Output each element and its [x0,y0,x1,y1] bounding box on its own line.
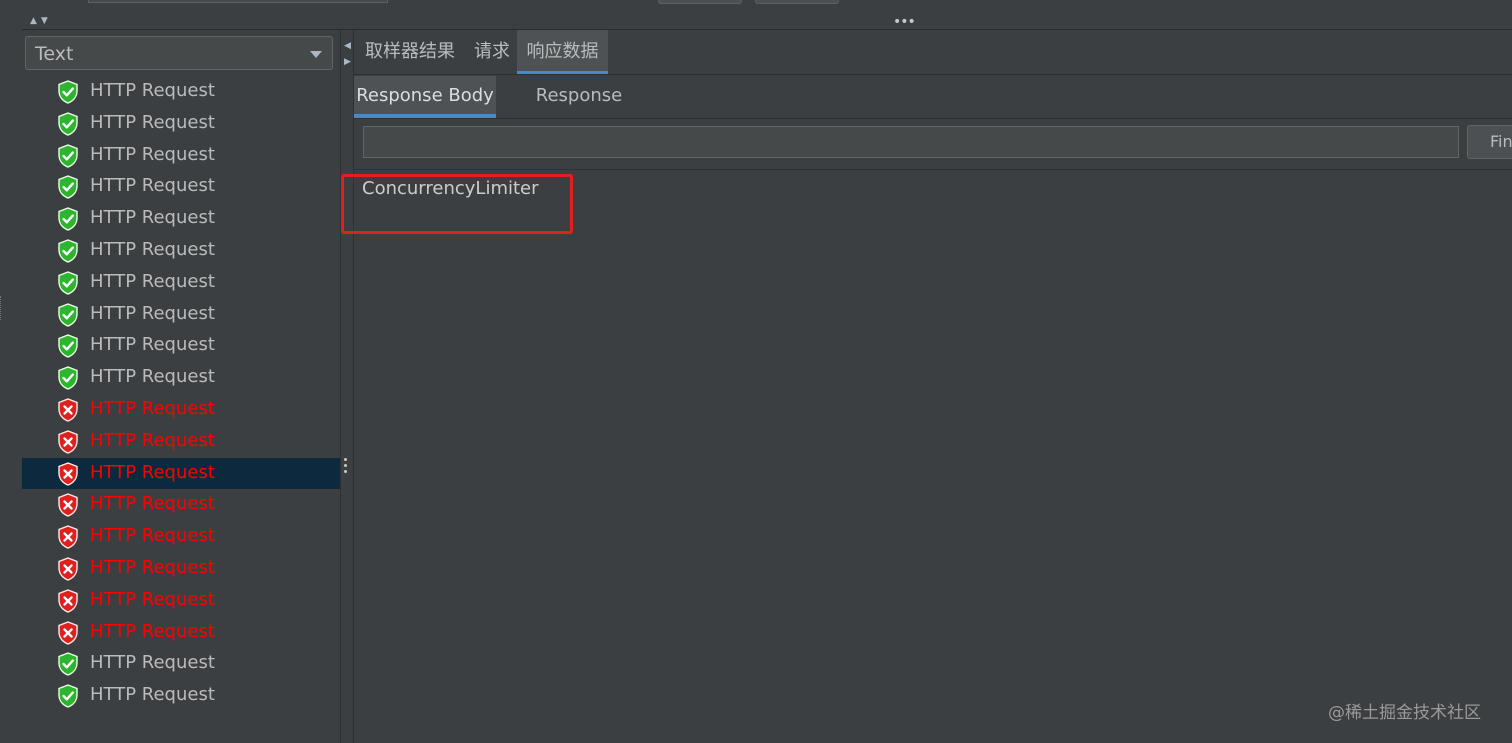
tree-row-label: HTTP Request [90,493,215,515]
tree-row-label: HTTP Request [90,80,215,101]
splitter-arrows-icon[interactable]: ◀ ▶ [344,38,351,70]
response-panel: 取样器结果 请求 响应数据 Response Body Response hea… [341,30,1512,743]
shield-x-icon [57,620,79,645]
tree-row[interactable]: HTTP Request [22,457,340,490]
tab-sampler-result[interactable]: 取样器结果 [358,30,462,74]
tab-request[interactable]: 请求 [468,30,516,74]
shield-check-icon [57,366,79,390]
tree-row-label: HTTP Request [90,620,215,642]
shield-check-icon [57,302,79,327]
renderer-select-value: Text [35,43,74,65]
tree-row-label: HTTP Request [90,397,215,419]
renderer-select[interactable]: Text [25,36,333,70]
vertical-splitter[interactable]: ◀ ▶ [340,30,354,743]
tree-row[interactable]: HTTP Request [22,617,340,649]
response-subtabs: Response Body Response headers [354,76,1512,146]
shield-check-icon [57,239,79,263]
tree-row-label: HTTP Request [90,525,215,547]
tab-response-data[interactable]: 响应数据 [517,30,608,74]
collapse-expand-arrows-icon[interactable]: ▲▼ [30,17,52,26]
tree-row-label: HTTP Request [90,238,215,260]
shield-x-icon [57,398,79,422]
tree-row[interactable]: HTTP Request [22,235,340,267]
tree-row-label: HTTP Request [90,143,215,165]
horizontal-splitter-grip-icon[interactable]: ••• [893,15,916,29]
tree-row-label: HTTP Request [90,429,215,451]
tree-row[interactable]: HTTP Request [22,489,340,521]
top-button-2[interactable] [755,0,839,4]
shield-x-icon [57,430,79,454]
tree-row-label: HTTP Request [90,652,215,674]
tree-row-label: HTTP Request [90,366,215,388]
shield-x-icon [57,557,79,581]
tree-row-label: HTTP Request [90,334,215,356]
tree-row[interactable]: HTTP Request [22,108,340,140]
sampler-results-list: HTTP Request HTTP Request HTTP Request HTTP… [22,76,340,712]
shield-check-icon [57,175,79,200]
shield-check-icon [57,143,79,168]
search-input[interactable] [363,126,1459,158]
shield-check-icon [57,112,79,136]
tree-row-label: HTTP Request [90,302,215,324]
results-tree-panel: Text HTTP Request HTTP Request HTTP Reques… [22,30,340,743]
tree-row[interactable]: HTTP Request [22,267,340,299]
shield-x-icon [57,493,79,518]
shield-x-icon [57,588,79,613]
result-tabs: 取样器结果 请求 响应数据 [354,30,1512,75]
tree-row[interactable]: HTTP Request [22,362,340,394]
tree-row[interactable]: HTTP Request [22,585,340,617]
shield-check-icon [57,334,79,359]
vertical-splitter-grip-icon[interactable] [344,458,348,476]
watermark: @稀土掘金技术社区 [1328,703,1481,723]
tab-response-headers[interactable]: Response headers [500,76,658,146]
tree-row[interactable]: HTTP Request [22,171,340,203]
content-separator [354,169,1512,170]
shield-check-icon [57,271,79,295]
highlight-annotation-box [341,174,573,234]
tree-row[interactable]: HTTP Request [22,426,340,458]
tree-row-label: HTTP Request [90,111,215,133]
find-button[interactable]: Find [1467,125,1512,159]
top-button-1[interactable] [658,0,742,4]
top-toolbar [0,0,1512,16]
chevron-down-icon[interactable] [310,51,322,58]
shield-x-icon [57,461,79,486]
shield-check-icon [57,684,79,708]
tree-row-label: HTTP Request [90,270,215,292]
tree-row[interactable]: HTTP Request [22,680,340,712]
tree-row[interactable]: HTTP Request [22,140,340,172]
tree-row-label: HTTP Request [90,684,215,706]
tree-row-label: HTTP Request [90,175,215,197]
tree-row-label: HTTP Request [90,588,215,610]
tree-row[interactable]: HTTP Request [22,76,340,108]
shield-check-icon [57,80,79,104]
tree-row[interactable]: HTTP Request [22,553,340,585]
shield-x-icon [57,525,79,549]
tab-response-body[interactable]: Response Body [354,76,496,118]
shield-check-icon [57,207,79,231]
tree-row[interactable]: HTTP Request [22,203,340,235]
tree-row[interactable]: HTTP Request [22,330,340,362]
tree-row-label: HTTP Request [90,461,215,483]
tree-row-label: HTTP Request [90,556,215,578]
top-input-field[interactable] [88,0,388,3]
tree-row[interactable]: HTTP Request [22,521,340,553]
tree-row[interactable]: HTTP Request [22,648,340,680]
tree-row[interactable]: HTTP Request [22,394,340,426]
left-edge-grip-icon[interactable] [0,296,3,320]
tree-row-label: HTTP Request [90,207,215,229]
tree-row[interactable]: HTTP Request [22,299,340,331]
shield-check-icon [57,652,79,677]
